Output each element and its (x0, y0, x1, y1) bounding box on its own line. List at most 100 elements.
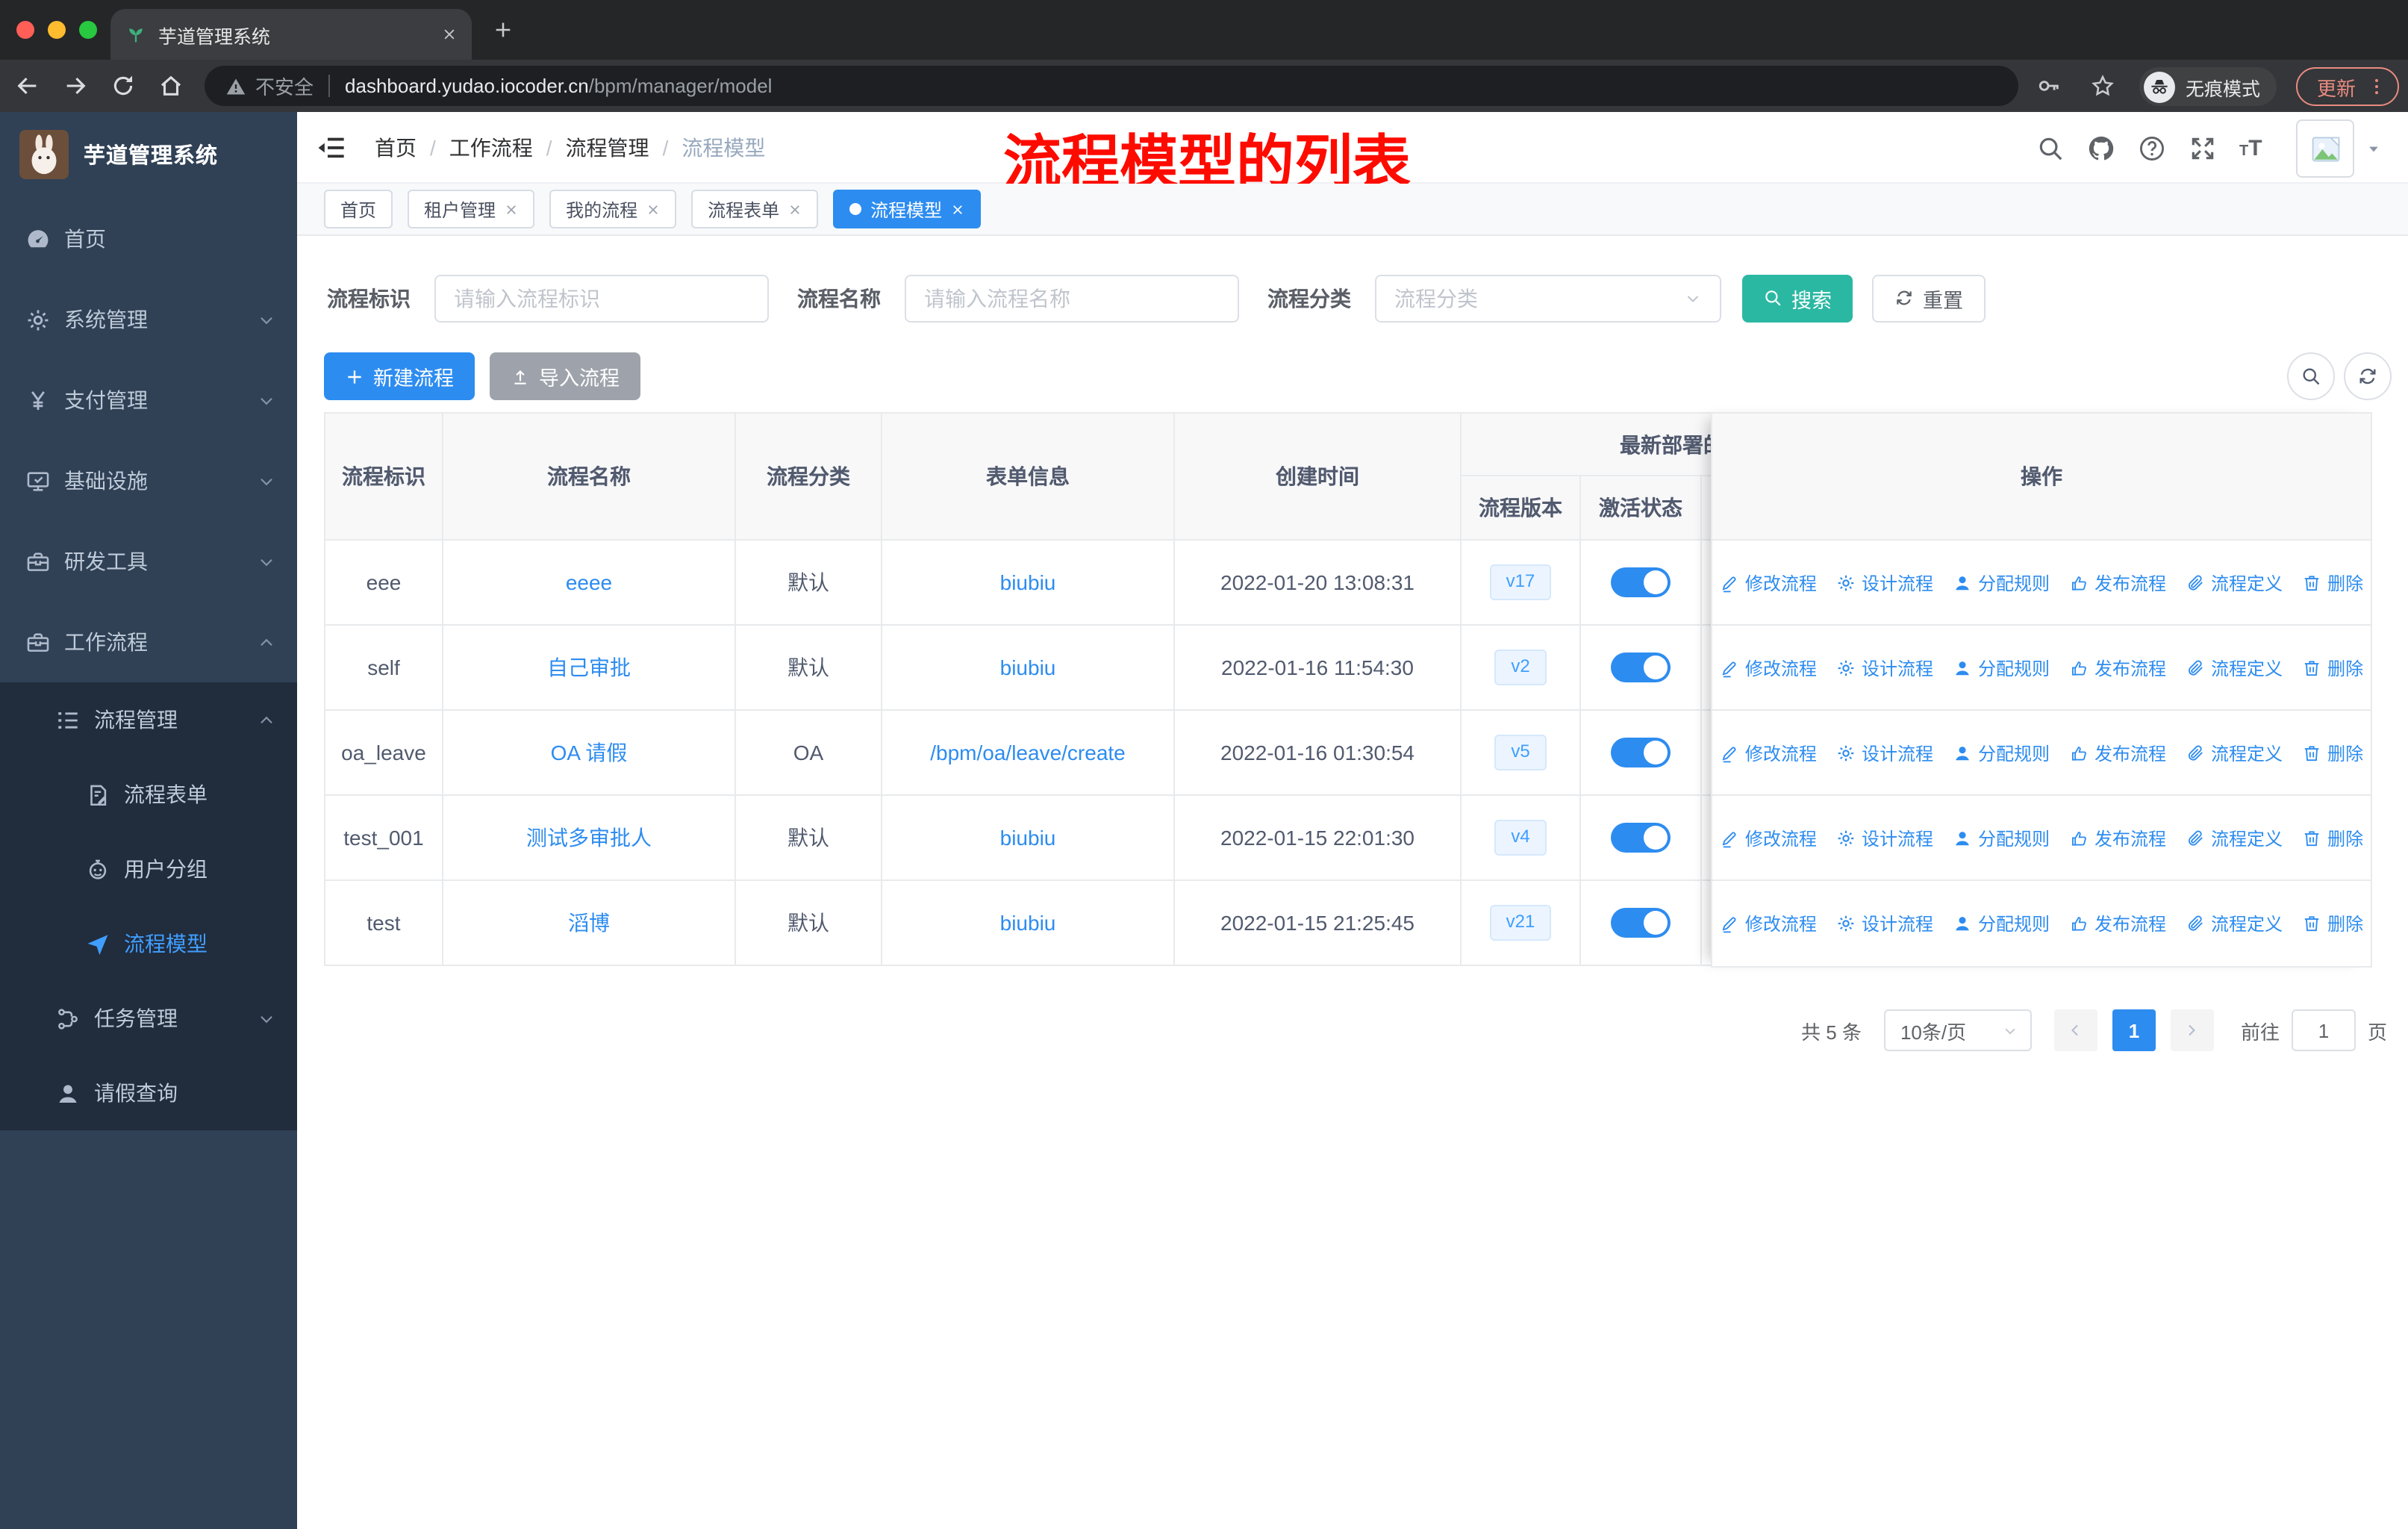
sidebar-item-process-form[interactable]: 流程表单 (0, 757, 297, 832)
reset-button[interactable]: 重置 (1872, 274, 1986, 322)
collapse-sidebar-icon[interactable] (316, 133, 346, 163)
avatar-caret-icon[interactable] (2366, 142, 2381, 157)
security-label[interactable]: 不安全 (255, 72, 314, 100)
page-number-current[interactable]: 1 (2112, 1009, 2156, 1051)
forward-icon[interactable] (63, 73, 88, 99)
form-link[interactable]: biubiu (1000, 655, 1056, 679)
help-icon[interactable] (2138, 134, 2166, 162)
action-process-definition[interactable]: 流程定义 (2186, 655, 2283, 680)
zoom-window-button[interactable] (79, 21, 97, 39)
sidebar-item-infra[interactable]: 基础设施 (0, 440, 297, 521)
tag-my-process[interactable]: 我的流程 (549, 190, 677, 228)
col-header-id[interactable]: 流程标识 (325, 414, 443, 541)
avatar[interactable] (2296, 119, 2354, 178)
action-publish-process[interactable]: 发布流程 (2069, 911, 2166, 936)
col-header-form[interactable]: 表单信息 (882, 414, 1175, 541)
col-header-status[interactable]: 激活状态 (1581, 476, 1702, 541)
sidebar-item-home[interactable]: 首页 (0, 199, 297, 279)
next-page-button[interactable] (2170, 1009, 2214, 1051)
col-header-time[interactable]: 创建时间 (1175, 414, 1462, 541)
category-select[interactable]: 流程分类 (1375, 274, 1721, 322)
sidebar-item-process-model[interactable]: 流程模型 (0, 906, 297, 981)
tag-process-model-active[interactable]: 流程模型 (833, 190, 982, 228)
model-name-link[interactable]: 滔博 (568, 908, 610, 938)
action-assign-rule[interactable]: 分配规则 (1953, 570, 2050, 595)
breadcrumb-workflow[interactable]: 工作流程 (449, 133, 533, 163)
new-tab-button[interactable] (493, 19, 514, 40)
sidebar-item-task-mgmt[interactable]: 任务管理 (0, 981, 297, 1056)
model-name-link[interactable]: 测试多审批人 (526, 823, 652, 853)
tag-process-form[interactable]: 流程表单 (691, 190, 819, 228)
active-toggle[interactable] (1611, 823, 1671, 853)
action-publish-process[interactable]: 发布流程 (2069, 655, 2166, 680)
form-link[interactable]: biubiu (1000, 911, 1056, 935)
active-toggle[interactable] (1611, 908, 1671, 938)
sidebar-item-leave-query[interactable]: 请假查询 (0, 1056, 297, 1130)
goto-page-input[interactable] (2291, 1009, 2356, 1051)
tab-close-icon[interactable] (442, 27, 457, 42)
action-assign-rule[interactable]: 分配规则 (1953, 825, 2050, 850)
model-name-link[interactable]: 自己审批 (547, 653, 631, 682)
search-icon[interactable] (2036, 134, 2065, 162)
sidebar-item-user-group[interactable]: 用户分组 (0, 832, 297, 906)
sidebar-item-system[interactable]: 系统管理 (0, 279, 297, 360)
home-icon[interactable] (158, 73, 184, 99)
fullscreen-icon[interactable] (2189, 134, 2217, 162)
tag-close-icon[interactable] (951, 202, 964, 216)
process-name-input[interactable] (905, 274, 1239, 322)
browser-menu-dots-icon[interactable] (2366, 76, 2387, 97)
action-edit-process[interactable]: 修改流程 (1720, 740, 1817, 765)
form-link[interactable]: biubiu (1000, 826, 1056, 850)
action-process-definition[interactable]: 流程定义 (2186, 570, 2283, 595)
tag-close-icon[interactable] (646, 202, 660, 216)
col-header-name[interactable]: 流程名称 (443, 414, 736, 541)
breadcrumb-home[interactable]: 首页 (375, 133, 417, 163)
action-assign-rule[interactable]: 分配规则 (1953, 911, 2050, 936)
action-delete[interactable]: 删除 (2302, 570, 2363, 595)
github-icon[interactable] (2087, 134, 2115, 162)
close-window-button[interactable] (16, 21, 34, 39)
password-key-icon[interactable] (2036, 73, 2062, 99)
form-link[interactable]: /bpm/oa/leave/create (930, 741, 1126, 764)
sidebar-item-process-mgmt[interactable]: 流程管理 (0, 682, 297, 757)
active-toggle[interactable] (1611, 653, 1671, 682)
sidebar-item-devtools[interactable]: 研发工具 (0, 521, 297, 602)
search-button[interactable]: 搜索 (1742, 274, 1853, 322)
minimize-window-button[interactable] (48, 21, 66, 39)
action-publish-process[interactable]: 发布流程 (2069, 825, 2166, 850)
create-process-button[interactable]: 新建流程 (324, 352, 475, 400)
action-edit-process[interactable]: 修改流程 (1720, 825, 1817, 850)
sidebar-item-pay[interactable]: 支付管理 (0, 360, 297, 440)
action-edit-process[interactable]: 修改流程 (1720, 570, 1817, 595)
page-size-select[interactable]: 10条/页 (1883, 1009, 2032, 1051)
action-delete[interactable]: 删除 (2302, 740, 2363, 765)
browser-tab[interactable]: 芋道管理系统 (110, 9, 472, 60)
action-assign-rule[interactable]: 分配规则 (1953, 655, 2050, 680)
back-icon[interactable] (15, 73, 40, 99)
prev-page-button[interactable] (2053, 1009, 2097, 1051)
action-delete[interactable]: 删除 (2302, 911, 2363, 936)
action-process-definition[interactable]: 流程定义 (2186, 911, 2283, 936)
sidebar-item-workflow[interactable]: 工作流程 (0, 602, 297, 682)
reload-icon[interactable] (110, 73, 136, 99)
tag-close-icon[interactable] (788, 202, 802, 216)
col-header-version[interactable]: 流程版本 (1462, 476, 1581, 541)
col-header-category[interactable]: 流程分类 (736, 414, 882, 541)
action-design-process[interactable]: 设计流程 (1836, 740, 1933, 765)
breadcrumb-process-mgmt[interactable]: 流程管理 (566, 133, 649, 163)
action-delete[interactable]: 删除 (2302, 825, 2363, 850)
bookmark-star-icon[interactable] (2090, 73, 2115, 99)
tag-home[interactable]: 首页 (324, 190, 393, 228)
app-logo[interactable]: 芋道管理系统 (0, 112, 297, 196)
model-name-link[interactable]: eeee (566, 570, 612, 594)
action-design-process[interactable]: 设计流程 (1836, 911, 1933, 936)
action-edit-process[interactable]: 修改流程 (1720, 911, 1817, 936)
toggle-search-button[interactable] (2287, 352, 2335, 400)
action-design-process[interactable]: 设计流程 (1836, 825, 1933, 850)
action-assign-rule[interactable]: 分配规则 (1953, 740, 2050, 765)
tag-tenant[interactable]: 租户管理 (408, 190, 535, 228)
font-size-icon[interactable]: TT (2239, 137, 2262, 159)
action-process-definition[interactable]: 流程定义 (2186, 740, 2283, 765)
action-publish-process[interactable]: 发布流程 (2069, 570, 2166, 595)
update-browser-button[interactable]: 更新 (2296, 67, 2400, 106)
